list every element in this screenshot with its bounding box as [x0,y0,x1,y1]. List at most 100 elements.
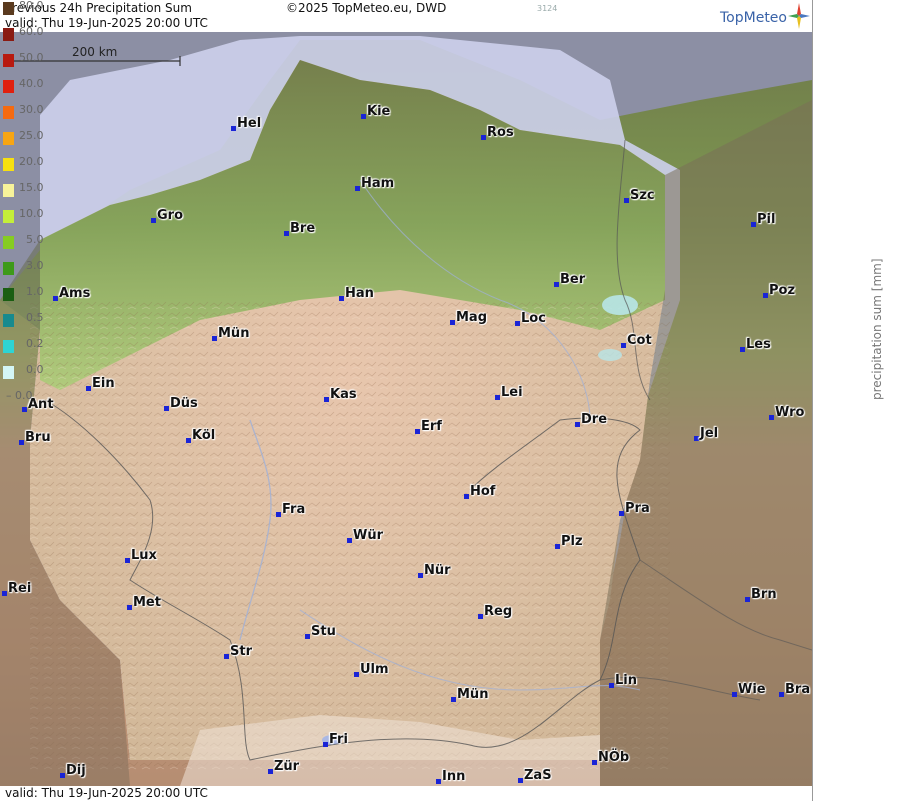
city-dot [495,395,500,400]
city-label: Dij [66,763,86,778]
city-label: Bru [25,430,51,445]
city-dot [212,336,217,341]
city-label: Cot [627,333,652,348]
city-dot [619,511,624,516]
legend-swatch [3,314,14,327]
legend-swatch [3,210,14,223]
city-dot [751,222,756,227]
city-label: NÖb [598,750,630,765]
city-label: Inn [442,769,466,784]
city-dot [224,654,229,659]
city-dot [450,320,455,325]
city-label: Ulm [360,662,389,677]
city-label: Kas [330,387,357,402]
city-dot [745,597,750,602]
city-label: Bre [290,221,316,236]
city-dot [555,544,560,549]
city-dot [305,634,310,639]
legend-swatch [3,80,14,93]
city-dot [355,186,360,191]
legend-tick-label: 50.0 [19,51,44,64]
compass-star-icon [788,3,810,29]
city-dot [19,440,24,445]
city-dot [2,591,7,596]
city-dot [763,293,768,298]
city-label: Hof [470,484,496,499]
legend-swatch [3,340,14,353]
city-label: Zür [274,759,300,774]
city-label: Lin [615,673,637,688]
city-label: Szc [630,188,655,203]
legend-swatch [3,262,14,275]
city-label: ZaS [524,768,552,783]
map-footer: valid: Thu 19-Jun-2025 20:00 UTC [0,786,812,801]
city-dot [86,386,91,391]
city-label: Fra [282,502,306,517]
city-label: Dre [581,412,608,427]
city-dot [518,778,523,783]
map-header: Previous 24h Precipitation Sum valid: Th… [0,0,812,32]
legend-swatch [3,54,14,67]
city-label: Ros [487,125,514,140]
city-dot [125,558,130,563]
city-dot [361,114,366,119]
city-dot [451,697,456,702]
city-dot [60,773,65,778]
city-label: Ber [560,272,586,287]
city-label: Ham [361,176,395,191]
city-label: Mag [456,310,488,325]
city-label: Gro [157,208,184,223]
legend-tick-label: 20.0 [19,155,44,168]
city-label: Mün [218,326,250,341]
city-dot [464,494,469,499]
city-dot [22,407,27,412]
topmeteo-logo: TopMeteo [720,10,787,26]
precipitation-map[interactable] [0,32,812,786]
city-label: Brn [751,587,777,602]
legend-tick-label: 80.0 [19,0,44,12]
city-dot [231,126,236,131]
legend-tick-label: 0.5 [26,311,44,324]
legend-swatch [3,184,14,197]
city-dot [339,296,344,301]
legend-swatch [3,28,14,41]
legend-zero-label: – 0.0 [6,389,33,402]
city-label: Köl [192,428,216,443]
city-dot [478,614,483,619]
city-label: Wie [738,682,766,697]
city-label: Plz [561,534,583,549]
legend-tick-label: 40.0 [19,77,44,90]
legend-tick-label: 3.0 [26,259,44,272]
legend-swatch [3,132,14,145]
scale-label: 200 km [72,45,118,59]
city-label: Lei [501,385,523,400]
legend-tick-label: 0.2 [26,337,44,350]
city-label: Ams [59,286,91,301]
legend-swatch [3,288,14,301]
city-dot [592,760,597,765]
legend-swatch [3,366,14,379]
city-dot [609,683,614,688]
city-dot [418,573,423,578]
city-dot [694,436,699,441]
city-dot [347,538,352,543]
legend-tick-label: 60.0 [19,25,44,38]
legend-unit-label: precipitation sum [mm] [870,258,884,400]
legend-swatch [3,236,14,249]
legend-tick-label: 10.0 [19,207,44,220]
city-label: Pil [757,212,776,227]
city-dot [436,779,441,784]
legend-tick-label: 25.0 [19,129,44,142]
legend-swatch [3,2,14,15]
city-label: Wür [353,528,384,543]
city-dot [621,343,626,348]
footer-valid-time: valid: Thu 19-Jun-2025 20:00 UTC [5,786,208,800]
copyright: ©2025 TopMeteo.eu, DWD [286,1,447,15]
city-dot [575,422,580,427]
city-label: Wro [775,405,805,420]
city-label: Erf [421,419,442,434]
city-dot [53,296,58,301]
city-label: Lux [131,548,157,563]
city-dot [481,135,486,140]
legend-swatch [3,158,14,171]
